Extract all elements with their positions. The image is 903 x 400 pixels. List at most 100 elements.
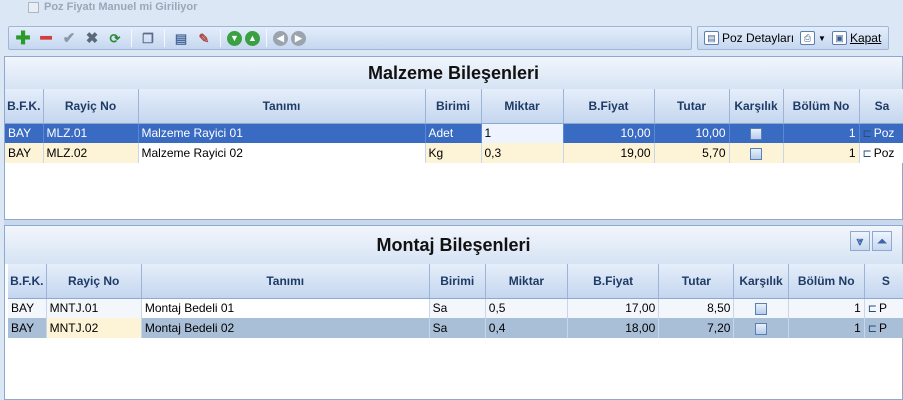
copy-icon[interactable]: ❐ <box>138 28 158 48</box>
cell-tutar[interactable]: 8,50 <box>658 298 735 318</box>
table-row[interactable]: BAY MLZ.02 Malzeme Rayici 02 Kg 0,3 19,0… <box>5 143 903 163</box>
cell-bfk[interactable]: BAY <box>5 123 44 143</box>
col-tanimi[interactable]: Tanımı <box>138 89 426 124</box>
assembly-grid: B.F.K. Rayiç No Tanımı Birimi Miktar B.F… <box>8 264 903 338</box>
materials-title: Malzeme Bileşenleri <box>367 62 540 83</box>
collapse-up-icon[interactable]: ⏶ <box>872 231 892 251</box>
cell-miktar-editor[interactable]: 1 <box>481 123 564 143</box>
manual-price-checkbox[interactable]: Poz Fiyatı Manuel mi Giriliyor <box>28 0 197 14</box>
col-rayic-no[interactable]: Rayiç No <box>43 89 139 124</box>
cell-bfk[interactable]: BAY <box>8 318 47 338</box>
cell-birimi[interactable]: Adet <box>425 123 482 143</box>
cell-miktar[interactable]: 0,3 <box>481 143 564 163</box>
cell-bolum-no[interactable]: 1 <box>788 318 865 338</box>
cell-rayic-no[interactable]: MNTJ.01 <box>46 298 142 318</box>
confirm-icon[interactable]: ✔ <box>59 28 79 48</box>
karsilik-checkbox[interactable] <box>755 322 768 335</box>
cell-bolum-no[interactable]: 1 <box>783 123 860 143</box>
cell-rayic-no[interactable]: MLZ.01 <box>43 123 139 143</box>
cell-tanimi[interactable]: Malzeme Rayici 01 <box>138 123 426 143</box>
checkbox-box[interactable] <box>28 1 39 13</box>
col-tutar[interactable]: Tutar <box>654 89 730 124</box>
prev-icon[interactable]: ◀ <box>273 30 288 46</box>
cell-tutar[interactable]: 7,20 <box>658 318 735 338</box>
materials-panel: Malzeme Bileşenleri B.F.K. Rayiç No Tanı… <box>4 56 903 220</box>
cell-sa[interactable]: ⊏ Poz <box>859 143 903 163</box>
tree-icon: ⊏ <box>862 148 872 160</box>
cancel-icon[interactable]: ✖ <box>82 28 102 48</box>
cell-tutar[interactable]: 10,00 <box>654 123 730 143</box>
cell-bolum-no[interactable]: 1 <box>788 298 865 318</box>
cell-sa[interactable]: ⊏ P <box>864 298 903 318</box>
move-up-icon[interactable]: ▲ <box>245 30 260 46</box>
cell-tanimi[interactable]: Montaj Bedeli 02 <box>141 318 430 338</box>
remove-icon[interactable]: ━ <box>36 28 56 48</box>
details-icon: ▤ <box>704 31 719 45</box>
col-miktar[interactable]: Miktar <box>481 89 564 124</box>
col-karsilik[interactable]: Karşılık <box>729 89 784 124</box>
cell-sa[interactable]: ⊏ Poz <box>859 123 903 143</box>
expand-down-icon[interactable]: ⩔ <box>850 231 870 251</box>
action-toolbar: ▤ Poz Detayları ⎙ ▼ ▣ Kapat <box>697 26 889 50</box>
cell-bfk[interactable]: BAY <box>5 143 44 163</box>
cell-bfiyat[interactable]: 17,00 <box>567 298 660 318</box>
table-row[interactable]: BAY MLZ.01 Malzeme Rayici 01 Adet 1 10,0… <box>5 123 903 143</box>
cell-karsilik[interactable] <box>733 318 789 338</box>
cell-bfiyat[interactable]: 18,00 <box>567 318 660 338</box>
col-birimi[interactable]: Birimi <box>429 264 486 299</box>
col-birimi[interactable]: Birimi <box>425 89 482 124</box>
cell-bolum-no[interactable]: 1 <box>783 143 860 163</box>
cell-birimi[interactable]: Sa <box>429 318 486 338</box>
col-bfiyat[interactable]: B.Fiyat <box>563 89 655 124</box>
cell-tutar[interactable]: 5,70 <box>654 143 730 163</box>
table-row[interactable]: BAY MNTJ.01 Montaj Bedeli 01 Sa 0,5 17,0… <box>8 298 903 318</box>
cell-miktar[interactable]: 0,4 <box>485 318 569 338</box>
col-sa[interactable]: S <box>864 264 903 299</box>
cell-bfiyat[interactable]: 10,00 <box>563 123 655 143</box>
cell-miktar[interactable]: 0,5 <box>485 298 569 318</box>
karsilik-checkbox[interactable] <box>750 147 762 160</box>
col-bfiyat[interactable]: B.Fiyat <box>567 264 660 299</box>
col-tutar[interactable]: Tutar <box>658 264 735 299</box>
cell-karsilik[interactable] <box>729 143 784 163</box>
cell-bfiyat[interactable]: 19,00 <box>563 143 655 163</box>
cell-sa-text: Poz <box>873 126 895 141</box>
add-icon[interactable]: ✚ <box>13 28 33 48</box>
col-rayic-no[interactable]: Rayiç No <box>46 264 142 299</box>
print-button[interactable]: ⎙ ▼ <box>800 31 826 45</box>
next-icon[interactable]: ▶ <box>291 30 306 46</box>
cell-tanimi[interactable]: Malzeme Rayici 02 <box>138 143 426 163</box>
details-button[interactable]: ▤ Poz Detayları <box>704 31 794 45</box>
refresh-icon[interactable]: ⟳ <box>105 28 125 48</box>
cell-rayic-no[interactable]: MNTJ.02 <box>46 318 142 338</box>
preview-icon[interactable]: ▤ <box>171 28 191 48</box>
move-down-icon[interactable]: ▼ <box>227 30 242 46</box>
col-sa[interactable]: Sa <box>859 89 903 124</box>
close-door-icon: ▣ <box>831 31 847 45</box>
cell-karsilik[interactable] <box>733 298 789 318</box>
assembly-title: Montaj Bileşenleri <box>376 234 531 255</box>
toolbar-separator <box>131 29 132 47</box>
edit-icon[interactable]: ✎ <box>194 28 214 48</box>
cell-tanimi[interactable]: Montaj Bedeli 01 <box>141 298 430 318</box>
col-bolum-no[interactable]: Bölüm No <box>783 89 860 124</box>
table-row[interactable]: BAY MNTJ.02 Montaj Bedeli 02 Sa 0,4 18,0… <box>8 318 903 338</box>
cell-sa[interactable]: ⊏ P <box>864 318 903 338</box>
cell-birimi[interactable]: Kg <box>425 143 482 163</box>
details-label: Poz Detayları <box>722 31 795 45</box>
col-bolum-no[interactable]: Bölüm No <box>788 264 865 299</box>
cell-rayic-no[interactable]: MLZ.02 <box>43 143 139 163</box>
cell-birimi[interactable]: Sa <box>429 298 486 318</box>
col-bfk[interactable]: B.F.K. <box>5 89 44 124</box>
grid-toolbar: ✚ ━ ✔ ✖ ⟳ ❐ ▤ ✎ ▼ ▲ ◀ ▶ <box>8 26 692 50</box>
cell-karsilik[interactable] <box>729 123 784 143</box>
karsilik-checkbox[interactable] <box>750 128 762 141</box>
cell-bfk[interactable]: BAY <box>8 298 47 318</box>
col-tanimi[interactable]: Tanımı <box>141 264 430 299</box>
close-button[interactable]: ▣ Kapat <box>831 31 881 45</box>
col-karsilik[interactable]: Karşılık <box>733 264 789 299</box>
col-miktar[interactable]: Miktar <box>485 264 569 299</box>
karsilik-checkbox[interactable] <box>755 303 768 316</box>
tree-icon: ⊏ <box>862 128 872 141</box>
col-bfk[interactable]: B.F.K. <box>8 264 47 299</box>
